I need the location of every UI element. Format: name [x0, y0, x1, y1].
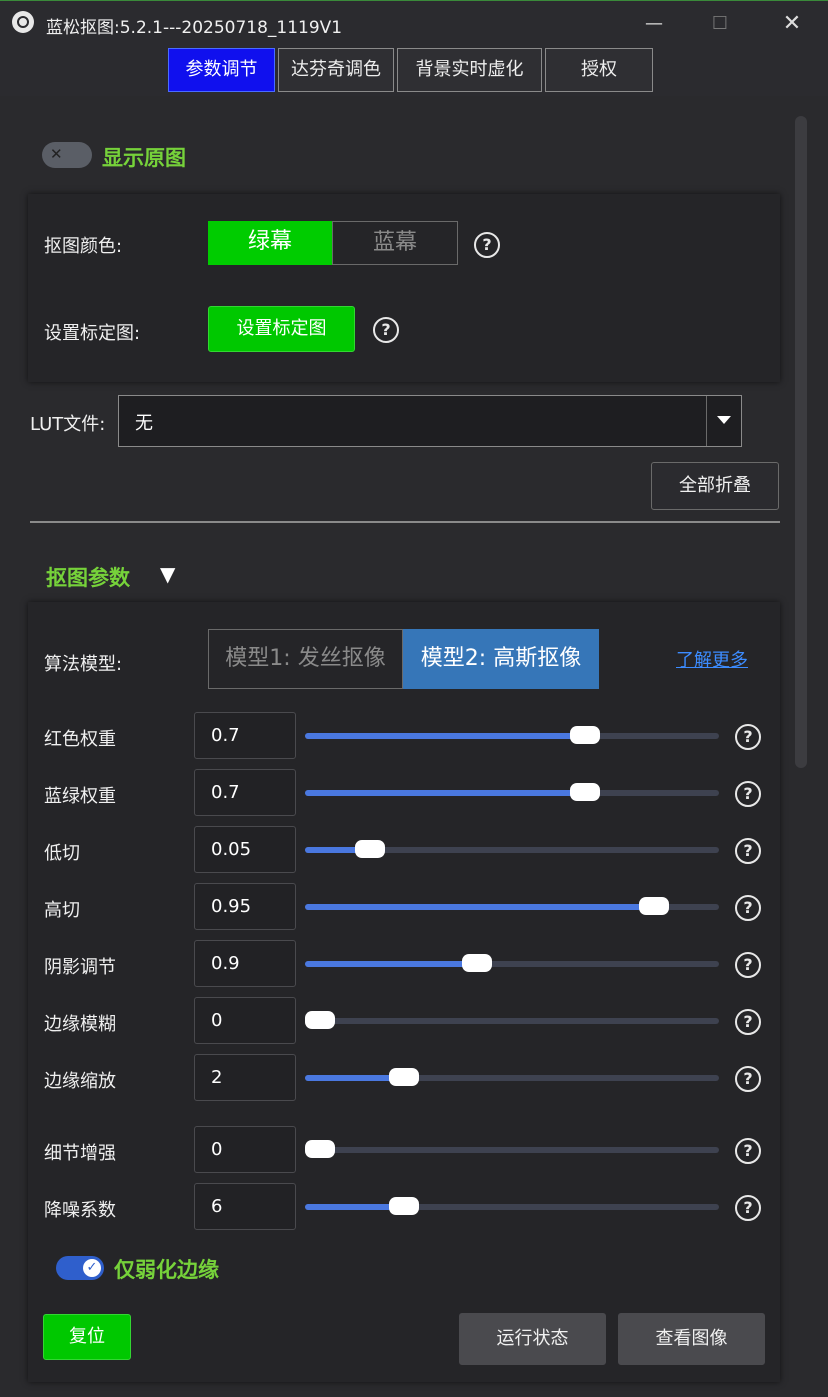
param-slider[interactable] — [305, 897, 719, 915]
slider-thumb[interactable] — [305, 1140, 335, 1158]
help-icon[interactable]: ? — [735, 1138, 761, 1164]
help-icon[interactable]: ? — [474, 232, 500, 258]
param-label: 边缘模糊 — [44, 1014, 116, 1035]
edge-only-label: 仅弱化边缘 — [114, 1258, 219, 1282]
param-slider[interactable] — [305, 1068, 719, 1086]
param-value-input[interactable]: 0 — [194, 997, 296, 1044]
slider-thumb[interactable] — [569, 783, 600, 801]
reset-button[interactable]: 复位 — [43, 1314, 131, 1360]
param-value-input[interactable]: 0 — [194, 1126, 296, 1173]
model2-option[interactable]: 模型2: 高斯抠像 — [403, 629, 599, 689]
set-calibration-button[interactable]: 设置标定图 — [208, 306, 355, 352]
param-slider[interactable] — [305, 1197, 719, 1215]
slider-thumb[interactable] — [639, 897, 670, 915]
chevron-down-icon — [717, 416, 731, 424]
param-value-input[interactable]: 0.7 — [194, 712, 296, 759]
run-status-button[interactable]: 运行状态 — [459, 1313, 606, 1365]
slider-thumb[interactable] — [462, 954, 493, 972]
tab-param-adjust[interactable]: 参数调节 — [168, 48, 275, 92]
title-bar: 蓝松抠图:5.2.1---20250718_1119V1 — ☐ ✕ — [0, 0, 828, 47]
param-slider[interactable] — [305, 726, 719, 744]
maximize-button[interactable]: ☐ — [706, 11, 734, 37]
slider-fill — [305, 904, 655, 910]
param-slider[interactable] — [305, 1140, 719, 1158]
scrollbar[interactable] — [795, 116, 807, 768]
divider — [30, 521, 780, 523]
help-icon[interactable]: ? — [735, 952, 761, 978]
slider-fill — [305, 733, 585, 739]
minimize-button[interactable]: — — [640, 11, 668, 37]
slider-thumb[interactable] — [389, 1068, 420, 1086]
slider-fill — [305, 961, 478, 967]
param-label: 高切 — [44, 900, 80, 921]
help-icon[interactable]: ? — [373, 317, 399, 343]
help-icon[interactable]: ? — [735, 895, 761, 921]
check-icon: ✓ — [83, 1259, 101, 1277]
tab-davinci-grading[interactable]: 达芬奇调色 — [278, 48, 394, 92]
param-label: 阴影调节 — [44, 957, 116, 978]
help-icon[interactable]: ? — [735, 1195, 761, 1221]
lut-label: LUT文件: — [30, 414, 106, 435]
calibration-label: 设置标定图: — [44, 323, 141, 344]
keying-color-label: 抠图颜色: — [44, 236, 123, 257]
blue-screen-option[interactable]: 蓝幕 — [332, 221, 458, 265]
slider-thumb[interactable] — [569, 726, 600, 744]
tab-license[interactable]: 授权 — [545, 48, 653, 92]
help-icon[interactable]: ? — [735, 1066, 761, 1092]
param-label: 边缘缩放 — [44, 1071, 116, 1092]
show-original-label: 显示原图 — [102, 146, 186, 170]
param-value-input[interactable]: 0.95 — [194, 883, 296, 930]
collapse-arrow-icon[interactable]: ▼ — [160, 562, 175, 586]
param-value-input[interactable]: 2 — [194, 1054, 296, 1101]
param-slider[interactable] — [305, 954, 719, 972]
window-title: 蓝松抠图:5.2.1---20250718_1119V1 — [46, 18, 343, 38]
param-value-input[interactable]: 6 — [194, 1183, 296, 1230]
help-icon[interactable]: ? — [735, 724, 761, 750]
slider-fill — [305, 790, 585, 796]
view-image-button[interactable]: 查看图像 — [618, 1313, 765, 1365]
param-slider[interactable] — [305, 783, 719, 801]
param-slider[interactable] — [305, 840, 719, 858]
slider-thumb[interactable] — [354, 840, 385, 858]
param-label: 红色权重 — [44, 729, 116, 750]
help-icon[interactable]: ? — [735, 1009, 761, 1035]
param-value-input[interactable]: 0.05 — [194, 826, 296, 873]
learn-more-link[interactable]: 了解更多 — [676, 646, 748, 672]
param-value-input[interactable]: 0.9 — [194, 940, 296, 987]
green-screen-option[interactable]: 绿幕 — [208, 221, 332, 265]
tab-background-blur[interactable]: 背景实时虚化 — [397, 48, 542, 92]
section-title: 抠图参数 — [46, 566, 130, 590]
algorithm-label: 算法模型: — [44, 654, 123, 675]
close-button[interactable]: ✕ — [778, 11, 806, 37]
collapse-all-button[interactable]: 全部折叠 — [651, 462, 779, 510]
app-logo-icon — [12, 11, 34, 33]
param-value-input[interactable]: 0.7 — [194, 769, 296, 816]
model1-option[interactable]: 模型1: 发丝抠像 — [208, 629, 403, 689]
lut-select[interactable]: 无 — [118, 395, 742, 447]
param-slider[interactable] — [305, 1011, 719, 1029]
edge-only-toggle[interactable]: ✓ — [56, 1256, 104, 1280]
dropdown-toggle[interactable] — [706, 396, 741, 446]
show-original-toggle[interactable]: ✕ — [42, 142, 92, 168]
slider-thumb[interactable] — [305, 1011, 335, 1029]
lut-value: 无 — [135, 413, 153, 434]
param-label: 蓝绿权重 — [44, 786, 116, 807]
close-icon: ✕ — [50, 145, 63, 163]
param-label: 细节增强 — [44, 1143, 116, 1164]
slider-thumb[interactable] — [389, 1197, 420, 1215]
param-label: 低切 — [44, 843, 80, 864]
help-icon[interactable]: ? — [735, 781, 761, 807]
param-label: 降噪系数 — [44, 1200, 116, 1221]
help-icon[interactable]: ? — [735, 838, 761, 864]
